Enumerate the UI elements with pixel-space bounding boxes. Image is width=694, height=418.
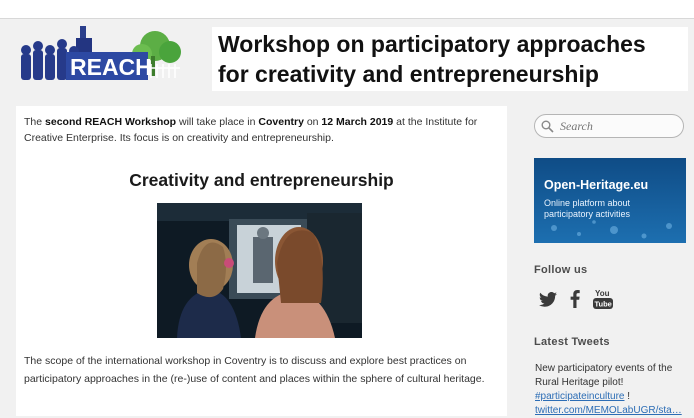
tweet-hashtag-link[interactable]: #participateinculture — [535, 391, 625, 402]
search-box[interactable] — [534, 114, 684, 138]
svg-text:Tube: Tube — [595, 300, 612, 309]
search-icon — [541, 120, 554, 133]
sidebar: Open-Heritage.eu Online platform about p… — [527, 106, 694, 416]
svg-text:REACH: REACH — [70, 54, 152, 80]
main-content: The second REACH Workshop will take plac… — [16, 106, 507, 416]
twitter-icon[interactable] — [539, 291, 557, 312]
youtube-icon[interactable]: You Tube — [593, 288, 613, 315]
open-heritage-banner[interactable]: Open-Heritage.eu Online platform about p… — [534, 158, 686, 243]
scope-paragraph: The scope of the international workshop … — [24, 355, 485, 385]
section-heading: Creativity and entrepreneurship — [129, 170, 394, 190]
tweet-link[interactable]: twitter.com/MEMOLabUGR/sta… — [535, 405, 682, 416]
banner-subtitle: Online platform about participatory acti… — [544, 198, 631, 219]
top-bar — [0, 0, 694, 19]
reach-logo[interactable]: REACH — [20, 24, 182, 82]
banner-title: Open-Heritage.eu — [544, 178, 649, 192]
tweet-item: New participatory events of the Rural He… — [535, 363, 682, 416]
latest-tweets-heading: Latest Tweets — [534, 336, 610, 348]
svg-text:You: You — [595, 289, 610, 298]
site-header: REACH Workshop on participatory approach… — [0, 19, 694, 103]
intro-paragraph: The second REACH Workshop will take plac… — [24, 116, 478, 144]
page-title: Workshop on participatory approaches for… — [212, 27, 688, 91]
search-input[interactable] — [558, 117, 682, 135]
facebook-icon[interactable] — [570, 289, 580, 313]
workshop-photo — [157, 203, 362, 338]
social-links: You Tube — [539, 288, 613, 315]
follow-us-heading: Follow us — [534, 264, 588, 276]
